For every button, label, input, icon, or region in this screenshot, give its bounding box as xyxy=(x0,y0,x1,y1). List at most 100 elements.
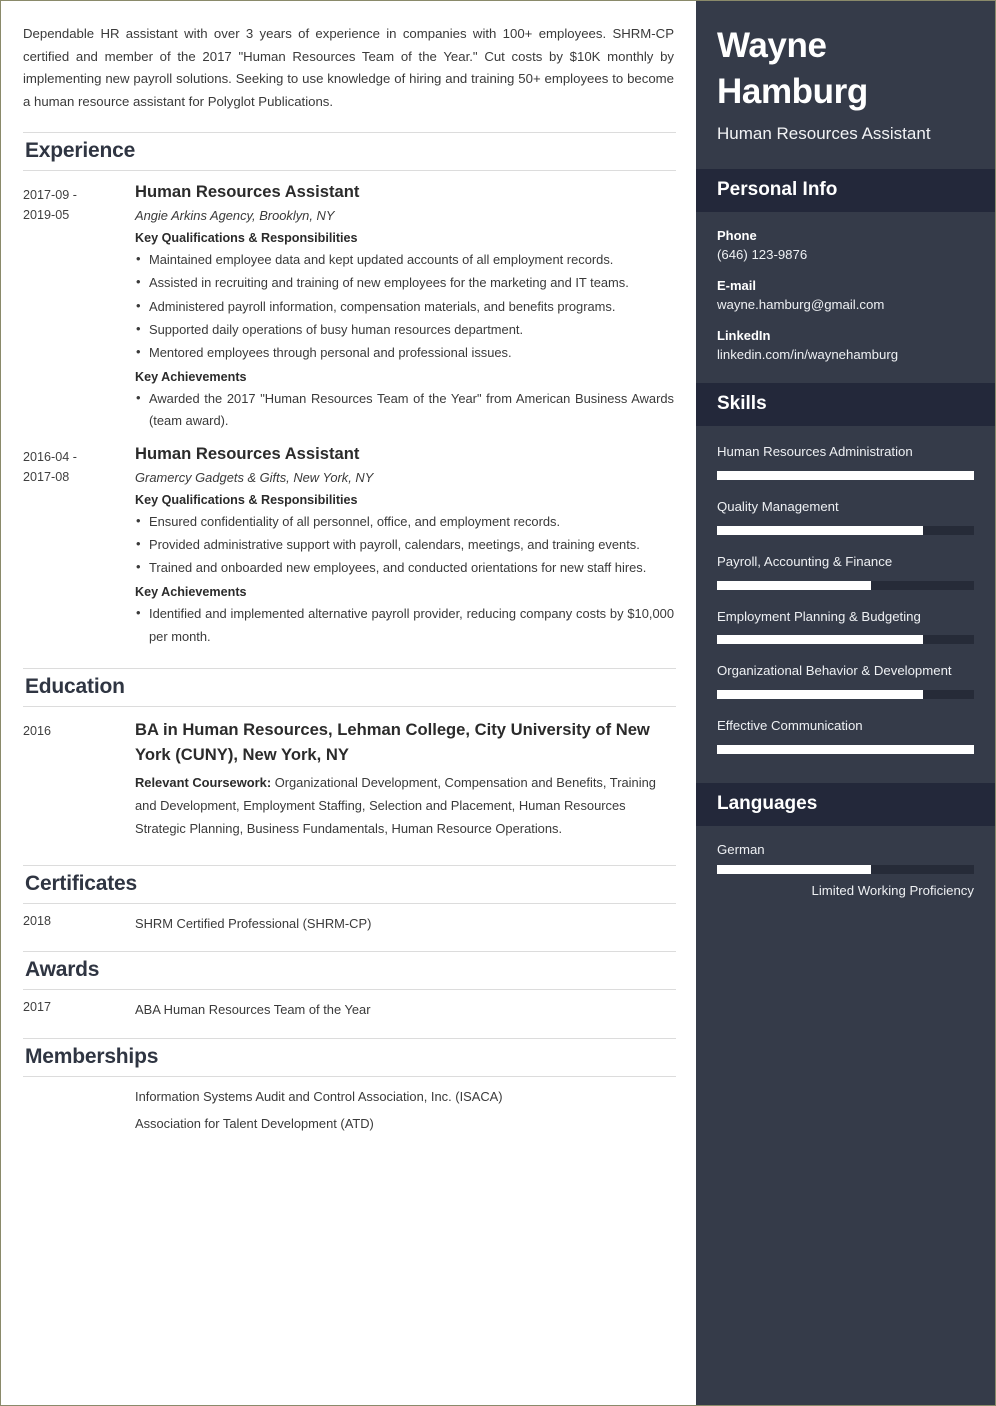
resume-page: Dependable HR assistant with over 3 year… xyxy=(0,0,996,1406)
candidate-role: Human Resources Assistant xyxy=(717,124,931,144)
responsibility-item: Mentored employees through personal and … xyxy=(135,341,674,364)
language-proficiency: Limited Working Proficiency xyxy=(811,883,974,899)
skill-name: Human Resources Administration xyxy=(717,443,913,459)
qualifications-label: Key Qualifications & Responsibilities xyxy=(135,231,358,246)
award-row: 2017 ABA Human Resources Team of the Year xyxy=(23,1000,676,1019)
experience-list: 2017-09 - 2019-05 Human Resources Assistan… xyxy=(23,181,676,654)
sidebar-heading-skills: Skills xyxy=(696,382,995,426)
achievement-item: Identified and implemented alternative p… xyxy=(135,602,674,647)
skill-bar-track xyxy=(717,470,974,480)
entry-date: 2016 xyxy=(23,717,135,841)
entry-body: Human Resources Assistant Angie Arkins Ag… xyxy=(135,181,676,439)
row-text: SHRM Certified Professional (SHRM-CP) xyxy=(135,915,372,931)
info-value: wayne.hamburg@gmail.com xyxy=(717,296,885,312)
info-label: LinkedIn xyxy=(717,328,771,344)
date-start: 2017-09 - xyxy=(23,187,77,202)
skill-item: Organizational Behavior & Development xyxy=(717,661,974,700)
skill-bar-fill xyxy=(717,525,923,535)
entry-body: Human Resources Assistant Gramercy Gadget… xyxy=(135,443,676,654)
date-value: 2016 xyxy=(23,723,52,738)
achievements-label: Key Achievements xyxy=(135,370,247,385)
skill-name: Payroll, Accounting & Finance xyxy=(717,553,893,569)
achievement-item: Awarded the 2017 "Human Resources Team o… xyxy=(135,387,674,432)
skill-item: Human Resources Administration xyxy=(717,442,974,480)
skill-bar-track xyxy=(717,745,974,755)
sidebar: Wayne Hamburg Human Resources Assistant … xyxy=(696,1,995,1405)
personal-info-list: Phone (646) 123-9876 E-mail wayne.hamburg@g… xyxy=(717,228,974,365)
job-company: Angie Arkins Agency, Brooklyn, NY xyxy=(135,208,335,224)
skill-bar-track xyxy=(717,525,974,535)
skill-item: Quality Management xyxy=(717,497,974,535)
skill-bar-track xyxy=(717,580,974,590)
row-text: Information Systems Audit and Control As… xyxy=(135,1088,503,1104)
row-date xyxy=(23,1114,135,1133)
experience-entry: 2017-09 - 2019-05 Human Resources Assistan… xyxy=(23,181,676,439)
sidebar-header: Wayne Hamburg Human Resources Assistant xyxy=(696,1,995,169)
info-value: linkedin.com/in/waynehamburg xyxy=(717,347,899,363)
skill-bar-fill xyxy=(717,635,923,645)
info-value: (646) 123-9876 xyxy=(717,246,808,262)
main-column: Dependable HR assistant with over 3 year… xyxy=(1,1,696,1405)
experience-entry: 2016-04 - 2017-08 Human Resources Assistan… xyxy=(23,443,676,654)
skill-name: Organizational Behavior & Development xyxy=(717,663,952,679)
membership-row: Information Systems Audit and Control As… xyxy=(23,1087,676,1106)
personal-info-body: Phone (646) 123-9876 E-mail wayne.hamburg@g… xyxy=(696,212,995,383)
certificates-list: 2018 SHRM Certified Professional (SHRM-CP… xyxy=(23,914,676,933)
languages-list: German Limited Working Proficiency xyxy=(717,842,974,898)
membership-row: Association for Talent Development (ATD) xyxy=(23,1114,676,1133)
skill-item: Employment Planning & Budgeting xyxy=(717,607,974,645)
memberships-list: Information Systems Audit and Control As… xyxy=(23,1087,676,1134)
row-text: ABA Human Resources Team of the Year xyxy=(135,1002,371,1018)
skill-item: Payroll, Accounting & Finance xyxy=(717,552,974,590)
language-name: German xyxy=(717,842,765,858)
responsibility-item: Ensured confidentiality of all personnel… xyxy=(135,510,674,533)
skill-bar-fill xyxy=(717,470,974,480)
responsibility-item: Assisted in recruiting and training of n… xyxy=(135,271,674,294)
skills-body: Human Resources Administration Quality Ma… xyxy=(696,426,995,783)
skill-bar-fill xyxy=(717,580,872,590)
responsibility-item: Provided administrative support with pay… xyxy=(135,533,674,556)
row-date: 2017 xyxy=(23,1000,52,1015)
row-text: Association for Talent Development (ATD) xyxy=(135,1115,374,1131)
skill-bar-fill xyxy=(717,745,974,755)
section-heading-awards: Awards xyxy=(23,951,676,991)
language-bar-track xyxy=(717,865,974,875)
responsibilities-list: Ensured confidentiality of all personnel… xyxy=(135,510,674,580)
info-label: E-mail xyxy=(717,277,757,293)
entry-date: 2017-09 - 2019-05 xyxy=(23,181,135,439)
section-heading-certificates: Certificates xyxy=(23,864,676,904)
candidate-name: Wayne Hamburg xyxy=(717,26,868,112)
entry-date: 2016-04 - 2017-08 xyxy=(23,443,135,654)
skills-list: Human Resources Administration Quality Ma… xyxy=(717,442,974,755)
row-date xyxy=(23,1087,135,1106)
entry-body: BA in Human Resources, Lehman College, C… xyxy=(135,717,676,841)
skill-item: Effective Communication xyxy=(717,716,974,755)
language-bar-fill xyxy=(717,865,872,875)
language-item: German Limited Working Proficiency xyxy=(717,842,974,898)
responsibility-item: Maintained employee data and kept update… xyxy=(135,248,674,271)
education-list: 2016 BA in Human Resources, Lehman Colleg… xyxy=(23,717,676,841)
info-label: Phone xyxy=(717,227,757,243)
date-end: 2017-08 xyxy=(23,469,70,484)
skill-bar-track xyxy=(717,635,974,645)
certificate-row: 2018 SHRM Certified Professional (SHRM-CP… xyxy=(23,914,676,933)
job-company: Gramercy Gadgets & Gifts, New York, NY xyxy=(135,469,374,485)
date-start: 2016-04 - xyxy=(23,449,77,464)
qualifications-label: Key Qualifications & Responsibilities xyxy=(135,492,358,507)
skill-name: Effective Communication xyxy=(717,718,863,734)
awards-list: 2017 ABA Human Resources Team of the Year xyxy=(23,1000,676,1019)
summary-paragraph: Dependable HR assistant with over 3 year… xyxy=(23,26,674,110)
job-title: Human Resources Assistant xyxy=(135,181,360,201)
skill-name: Quality Management xyxy=(717,498,839,514)
section-heading-education: Education xyxy=(23,667,676,707)
skill-bar-track xyxy=(717,690,974,700)
sidebar-heading-personal-info: Personal Info xyxy=(696,168,995,212)
skill-name: Employment Planning & Budgeting xyxy=(717,608,921,624)
section-heading-memberships: Memberships xyxy=(23,1037,676,1077)
date-end: 2019-05 xyxy=(23,208,70,223)
education-coursework: Relevant Coursework: Organizational Deve… xyxy=(135,775,656,836)
education-entry: 2016 BA in Human Resources, Lehman Colleg… xyxy=(23,717,676,841)
achievements-list: Identified and implemented alternative p… xyxy=(135,602,674,647)
